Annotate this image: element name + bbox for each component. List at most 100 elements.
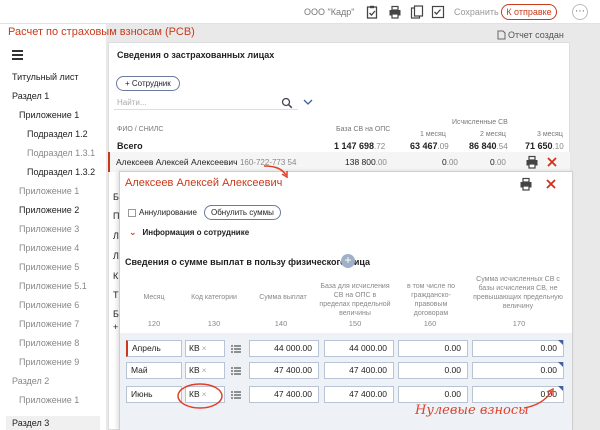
clear-icon[interactable]: × xyxy=(202,365,207,375)
employee-info-toggle[interactable]: ⌄ Информация о сотруднике xyxy=(129,227,249,238)
civil-contracts-field[interactable]: 0.00 xyxy=(398,340,468,357)
print-icon[interactable] xyxy=(388,5,402,19)
more-menu-button[interactable]: ⋯ xyxy=(572,4,588,20)
base-field[interactable]: 44 000.00 xyxy=(324,340,394,357)
employee-row-base-decimal: .00 xyxy=(375,158,387,167)
employee-row-month2: 0.00 xyxy=(490,157,506,167)
base-field[interactable]: 47 400.00 xyxy=(324,386,394,403)
save-button[interactable]: Сохранить xyxy=(454,7,499,17)
total-month2-decimal: .54 xyxy=(496,142,508,151)
header-calculated-contributions: Сумма исчисленных СВ с базы исчисления С… xyxy=(473,276,563,310)
total-month2: 86 840.54 xyxy=(469,141,508,151)
hidden-row-label: + xyxy=(113,322,119,332)
column-header-base: База СВ на ОПС xyxy=(336,126,391,133)
employee-row-base: 138 800.00 xyxy=(345,157,387,167)
cell-marker xyxy=(558,362,563,367)
code-contributions: 170 xyxy=(512,319,526,328)
total-month1-decimal: .09 xyxy=(437,142,449,151)
nav-item[interactable]: Приложение 9 xyxy=(19,357,79,367)
employee-row-month2-decimal: .00 xyxy=(494,158,506,167)
month-field[interactable]: Апрель xyxy=(126,340,182,357)
nav-item[interactable]: Приложение 7 xyxy=(19,319,79,329)
clipboard-check-icon[interactable] xyxy=(365,5,379,19)
employee-info-toggle-label: Информация о сотруднике xyxy=(142,228,250,237)
nav-item[interactable]: Приложение 5 xyxy=(19,262,79,272)
month-field[interactable]: Май xyxy=(126,362,182,379)
employee-row-month1: 0.00 xyxy=(442,157,458,167)
header-payment-sum: Сумма выплат xyxy=(259,294,307,301)
civil-contracts-field[interactable]: 0.00 xyxy=(398,386,468,403)
nav-item[interactable]: Титульный лист xyxy=(12,72,78,82)
payment-sum-field[interactable]: 47 400.00 xyxy=(249,386,319,403)
nav-item[interactable]: Приложение 8 xyxy=(19,338,79,348)
search-icon[interactable] xyxy=(281,97,293,109)
total-base-decimal: .72 xyxy=(374,142,386,151)
header-month: Месяц xyxy=(143,294,165,301)
add-row-button[interactable]: + xyxy=(341,254,355,268)
add-employee-button[interactable]: + Сотрудник xyxy=(116,76,180,91)
search-input[interactable]: Найти... xyxy=(114,96,298,110)
zero-sums-button[interactable]: Обнулить суммы xyxy=(204,205,281,220)
organization-name[interactable]: ООО "Кадр" xyxy=(304,7,354,17)
list-icon[interactable] xyxy=(231,345,241,353)
employee-detail-name: Алексеев Алексей Алексеевич xyxy=(125,177,283,189)
header-base: База для исчисления СВ на ОПС в пределах… xyxy=(319,283,391,317)
month-field[interactable]: Июнь xyxy=(126,386,182,403)
send-button[interactable]: К отправке xyxy=(501,4,557,20)
employee-name: Алексеев Алексей Алексеевич xyxy=(116,157,238,167)
category-code-value: КВ xyxy=(189,365,200,375)
cell-marker xyxy=(558,340,563,345)
employee-row-month1-decimal: .00 xyxy=(446,158,458,167)
row-delete-icon[interactable] xyxy=(546,156,558,168)
nav-item[interactable]: Приложение 6 xyxy=(19,300,79,310)
nav-item[interactable]: Приложение 1 xyxy=(19,395,79,405)
contributions-field[interactable]: 0.00 xyxy=(472,362,564,379)
checklist-icon[interactable] xyxy=(431,5,445,19)
list-icon[interactable] xyxy=(231,367,241,375)
nav-item[interactable]: Подраздел 1.3.2 xyxy=(27,167,95,177)
nav-item[interactable]: Приложение 4 xyxy=(19,243,79,253)
category-code-field[interactable]: КВ × xyxy=(185,362,225,379)
documents-icon[interactable] xyxy=(410,5,424,19)
column-header-name: ФИО / СНИЛС xyxy=(117,126,164,133)
section-title: Сведения о застрахованных лицах xyxy=(117,50,275,60)
contributions-field[interactable]: 0.00 xyxy=(472,340,564,357)
civil-contracts-field[interactable]: 0.00 xyxy=(398,362,468,379)
payment-sum-field[interactable]: 47 400.00 xyxy=(249,362,319,379)
clear-icon[interactable]: × xyxy=(202,343,207,353)
total-base: 1 147 698.72 xyxy=(334,141,385,151)
zero-contributions-annotation: Нулевые взносы xyxy=(415,403,529,418)
nav-item[interactable]: Приложение 5.1 xyxy=(19,281,87,291)
nav-item[interactable]: Подраздел 1.3.1 xyxy=(27,148,95,158)
nav-item[interactable]: Приложение 3 xyxy=(19,224,79,234)
menu-icon[interactable] xyxy=(12,50,23,60)
payments-section-title: Сведения о сумме выплат в пользу физичес… xyxy=(125,257,371,267)
header-civil-contracts: в том числе по гражданско-правовым догов… xyxy=(406,283,456,317)
nav-item[interactable]: Приложение 2 xyxy=(19,205,79,215)
category-code-field[interactable]: КВ × xyxy=(185,340,225,357)
close-icon[interactable] xyxy=(545,178,557,190)
nav-item[interactable]: Раздел 1 xyxy=(12,91,49,101)
nav-item[interactable]: Приложение 1 xyxy=(19,186,79,196)
column-header-month2: 2 месяц xyxy=(480,131,506,138)
detail-print-icon[interactable] xyxy=(519,177,533,191)
list-icon[interactable] xyxy=(231,391,241,399)
total-label: Всего xyxy=(117,141,143,151)
column-header-calculated: Исчисленные СВ xyxy=(452,119,508,126)
cancel-checkbox[interactable] xyxy=(128,209,136,217)
total-month3: 71 650.10 xyxy=(525,141,564,151)
nav-item[interactable]: Приложение 1 xyxy=(19,110,79,120)
header-category-code: Код категории xyxy=(191,294,237,301)
nav-item[interactable]: Раздел 3 xyxy=(6,416,100,430)
payment-sum-field[interactable]: 44 000.00 xyxy=(249,340,319,357)
chevron-down-icon[interactable] xyxy=(303,98,313,106)
nav-item[interactable]: Раздел 2 xyxy=(12,376,49,386)
base-field[interactable]: 47 400.00 xyxy=(324,362,394,379)
column-header-month3: 3 месяц xyxy=(537,131,563,138)
row-print-icon[interactable] xyxy=(525,155,539,169)
hidden-row-label: Т xyxy=(113,290,119,300)
nav-item[interactable]: Подраздел 1.2 xyxy=(27,129,88,139)
code-category: 130 xyxy=(207,319,221,328)
hidden-row-label: К xyxy=(113,271,119,281)
highlight-circle-annotation xyxy=(177,383,223,409)
